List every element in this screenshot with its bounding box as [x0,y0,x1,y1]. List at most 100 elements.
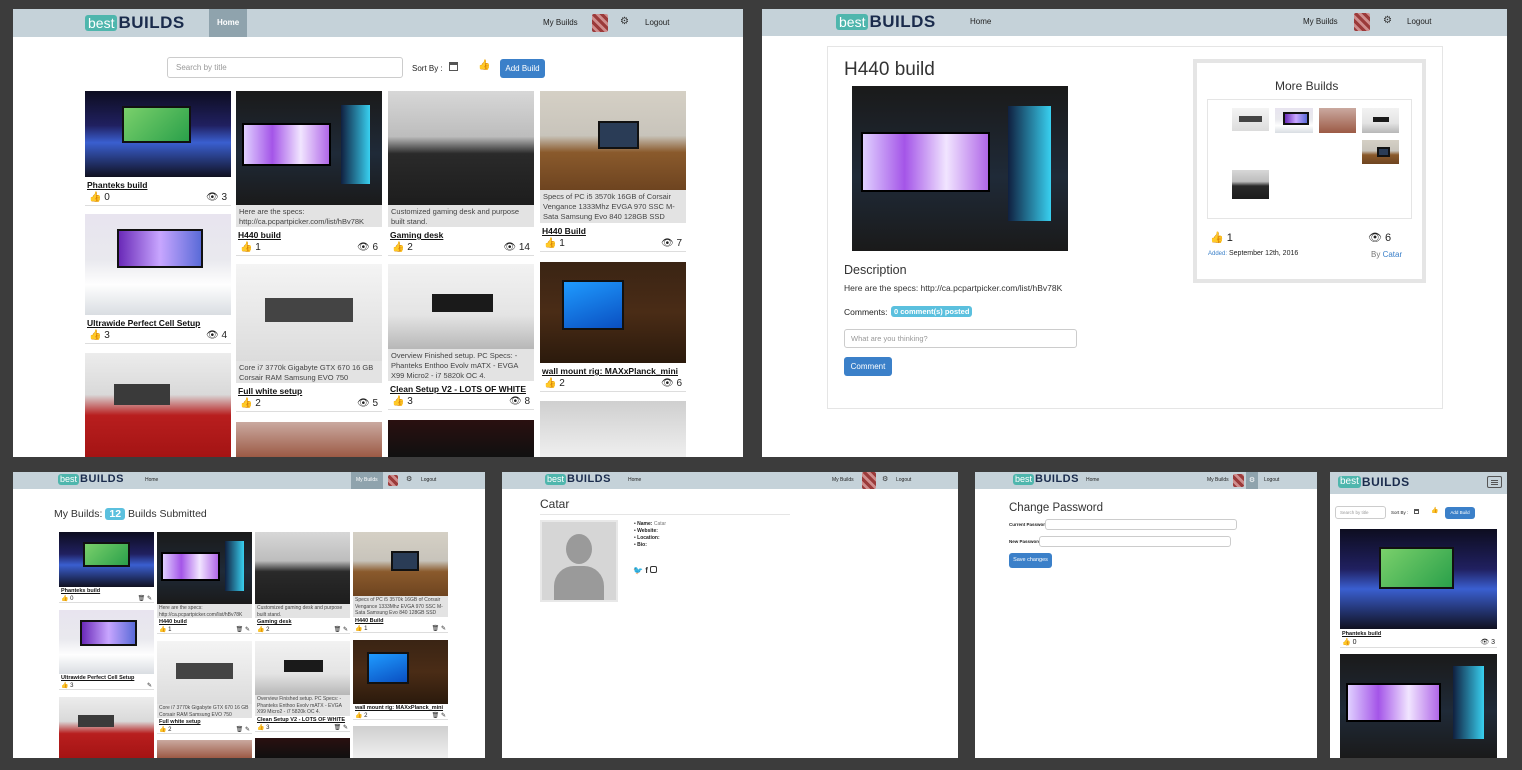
build-title[interactable]: Full white setup [159,719,250,725]
add-build-button[interactable]: Add Build [500,59,545,78]
like-icon[interactable]: 👍 [544,378,556,389]
my-build-card[interactable]: Ultrawide Perfect Cell Setup 👍 3 ✎ [59,610,154,690]
nav-home[interactable]: Home [1086,477,1099,483]
more-build-thumbnail[interactable] [1362,108,1399,133]
facebook-icon[interactable]: f [645,566,648,575]
new-password-field[interactable] [1039,536,1231,547]
build-card[interactable]: Specs of PC i5 3570k 16GB of Corsair Ven… [540,91,686,252]
like-icon[interactable]: 👍 [61,683,68,689]
user-avatar[interactable] [1354,13,1370,31]
build-title[interactable]: Ultrawide Perfect Cell Setup [61,675,152,681]
user-avatar[interactable] [388,475,398,486]
trash-icon[interactable]: 🗑 [236,727,244,733]
build-thumbnail[interactable] [85,353,231,457]
build-title[interactable]: Ultrawide Perfect Cell Setup [87,318,229,328]
build-thumbnail[interactable] [59,610,154,674]
search-input[interactable]: Search by title [1335,506,1386,519]
add-build-button[interactable]: Add Build [1445,507,1475,519]
nav-logout[interactable]: Logout [1264,477,1279,483]
build-thumbnail[interactable] [540,91,686,190]
like-icon[interactable]: 👍 [544,238,556,249]
build-thumbnail[interactable] [540,262,686,363]
build-title[interactable]: H440 Build [542,226,684,236]
my-build-card[interactable]: Here are the specs: http://ca.pcpartpick… [157,532,252,634]
like-icon[interactable]: 👍 [159,627,166,633]
gear-icon[interactable]: ⚙ [1383,15,1392,26]
like-icon[interactable]: 👍 [392,396,404,407]
edit-icon[interactable]: ✎ [343,627,348,633]
build-card[interactable]: Ultrawide Perfect Cell Setup 👍 3 👁 4 [85,214,231,344]
nav-logout[interactable]: Logout [645,18,669,27]
like-icon[interactable]: 👍 [89,330,101,341]
hamburger-menu-icon[interactable] [1487,476,1502,488]
logo[interactable]: best BUILDS [1013,474,1079,485]
nav-my-builds[interactable]: My Builds [1303,17,1338,26]
like-icon[interactable]: 👍 [240,398,252,409]
comment-input[interactable]: What are you thinking? [844,329,1077,348]
build-thumbnail[interactable] [59,697,154,758]
like-icon[interactable]: 👍 [159,727,166,733]
more-build-thumbnail[interactable] [1275,108,1313,133]
build-card[interactable]: Phanteks build 👍 0 👁 3 [1340,529,1497,648]
edit-icon[interactable]: ✎ [441,626,446,632]
user-avatar[interactable] [592,14,608,32]
comment-button[interactable]: Comment [844,357,892,376]
thumbs-up-icon[interactable]: 👍 [1431,507,1438,514]
build-thumbnail[interactable] [353,640,448,704]
gear-icon[interactable]: ⚙ [1246,472,1258,489]
like-icon[interactable]: 👍 [1210,232,1224,244]
user-avatar[interactable] [862,472,876,489]
save-changes-button[interactable]: Save changes [1009,553,1052,568]
edit-icon[interactable]: ✎ [441,713,446,719]
build-thumbnail[interactable] [236,264,382,361]
my-build-card[interactable]: Core i7 3770k Gigabyte GTX 670 16 GB Cor… [157,641,252,734]
build-title[interactable]: Clean Setup V2 - LOTS OF WHITE [257,717,348,723]
build-title[interactable]: Full white setup [238,386,380,396]
edit-icon[interactable]: ✎ [147,596,152,602]
logo[interactable]: best BUILDS [836,13,936,30]
build-thumbnail[interactable] [85,91,231,177]
build-thumbnail[interactable] [1340,654,1497,758]
build-thumbnail[interactable] [236,422,382,457]
trash-icon[interactable]: 🗑 [432,626,440,632]
my-build-card[interactable]: Customized gaming desk and purpose built… [255,532,350,634]
current-password-field[interactable] [1045,519,1237,530]
nav-logout[interactable]: Logout [896,477,911,483]
more-build-thumbnail[interactable] [1362,140,1399,164]
more-build-thumbnail[interactable] [1232,170,1269,199]
build-title[interactable]: wall mount rig: MAXxPlanck_mini [355,705,446,711]
thumbs-up-icon[interactable]: 👍 [478,60,490,71]
build-card[interactable]: Phanteks build 👍 0 👁 3 [85,91,231,206]
nav-logout[interactable]: Logout [1407,17,1431,26]
build-thumbnail[interactable] [388,420,534,457]
twitter-icon[interactable]: 🐦 [633,566,643,575]
logo[interactable]: best BUILDS [1338,476,1410,488]
trash-icon[interactable]: 🗑 [138,596,146,602]
trash-icon[interactable]: 🗑 [432,713,440,719]
build-title[interactable]: H440 build [238,230,380,240]
build-thumbnail[interactable] [236,91,382,205]
build-card[interactable]: Overview Finished setup. PC Specs: - Pha… [388,264,534,410]
my-build-card[interactable]: wall mount rig: MAXxPlanck_mini 👍 2 🗑 ✎ [353,640,448,720]
build-title[interactable]: Phanteks build [61,588,152,594]
build-thumbnail[interactable] [1340,529,1497,629]
edit-icon[interactable]: ✎ [343,725,348,731]
build-card[interactable]: Here are the specs: http://ca.pcpartpick… [236,91,382,256]
build-thumbnail[interactable] [255,738,350,758]
build-title[interactable]: H440 Build [355,618,446,624]
build-thumbnail[interactable] [540,401,686,457]
logo[interactable]: best BUILDS [85,14,185,31]
trash-icon[interactable]: 🗑 [334,725,342,731]
edit-icon[interactable]: ✎ [245,727,250,733]
nav-my-builds[interactable]: My Builds [1207,477,1229,483]
build-thumbnail[interactable] [85,214,231,315]
build-thumbnail[interactable] [255,532,350,604]
build-thumbnail[interactable] [157,641,252,704]
nav-my-builds[interactable]: My Builds [351,472,383,489]
build-title[interactable]: Gaming desk [390,230,532,240]
nav-my-builds[interactable]: My Builds [543,18,578,27]
like-icon[interactable]: 👍 [61,596,68,602]
like-icon[interactable]: 👍 [89,192,101,203]
nav-logout[interactable]: Logout [421,477,436,483]
build-thumbnail[interactable] [157,740,252,758]
